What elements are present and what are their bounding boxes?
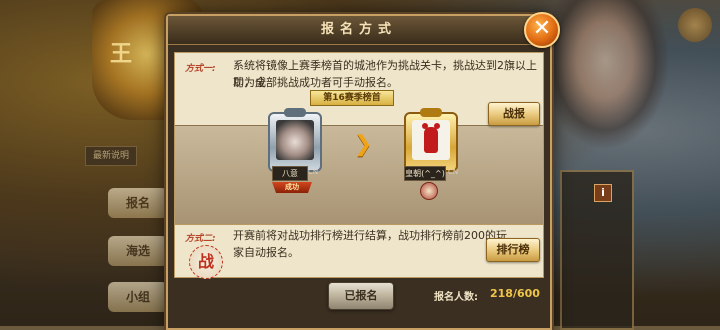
season-top-banner: 第16赛季榜首 (310, 90, 394, 106)
method-two-label: 方式二: (185, 234, 216, 244)
bg-group-button: 小组 (108, 282, 168, 312)
right-player-frame (404, 108, 458, 172)
success-badge: 成功 (272, 182, 312, 193)
right-player-avatar (412, 120, 450, 160)
close-icon[interactable]: ✕ (524, 12, 560, 48)
registration-count-value: 218/600 (490, 287, 540, 300)
latest-notes-tag: 最新说明 (85, 146, 137, 166)
ranking-button[interactable]: 排行榜 (486, 238, 540, 262)
registration-count-label: 报名人数: (434, 292, 478, 303)
gold-crown-icon (420, 108, 442, 117)
dialog-title: 报名方式 (168, 16, 550, 45)
medal-icon (420, 182, 438, 200)
method-one-label: 方式一: (185, 64, 216, 74)
arrow-right-icon: ❯ (354, 132, 373, 157)
game-logo-text: 王 (110, 42, 135, 67)
method-one-desc-line2: 功，全部挑战成功者可手动报名。 (233, 76, 398, 89)
right-player-server: CN (448, 168, 459, 176)
scroll-icon (678, 8, 712, 42)
battle-report-button[interactable]: 战报 (488, 102, 540, 126)
method-two-desc-line1: 开赛前将对战功排行榜进行结算，战功排行榜前200的玩 (233, 229, 507, 242)
silver-crown-icon (284, 108, 306, 117)
left-player-frame (268, 108, 322, 172)
left-player-avatar (276, 120, 314, 160)
bg-audition-button: 海选 (108, 236, 168, 266)
registration-dialog: 报名方式 方式一: 系统将镜像上赛季榜首的城池作为挑战关卡，挑战达到2旗以上即为… (166, 14, 552, 330)
bg-register-button: 报名 (108, 188, 168, 218)
red-bear-figure (422, 123, 440, 153)
left-player-name: 八意 (272, 166, 308, 181)
method-two-desc-line2: 家自动报名。 (233, 246, 299, 259)
hero-portrait (540, 0, 670, 150)
battle-seal-icon: 战 (189, 245, 223, 279)
left-player-server: CN (308, 168, 319, 176)
registered-button[interactable]: 已报名 (328, 282, 394, 310)
right-player-name: 皇朝(^_^) (404, 166, 446, 181)
info-icon: i (594, 184, 612, 202)
